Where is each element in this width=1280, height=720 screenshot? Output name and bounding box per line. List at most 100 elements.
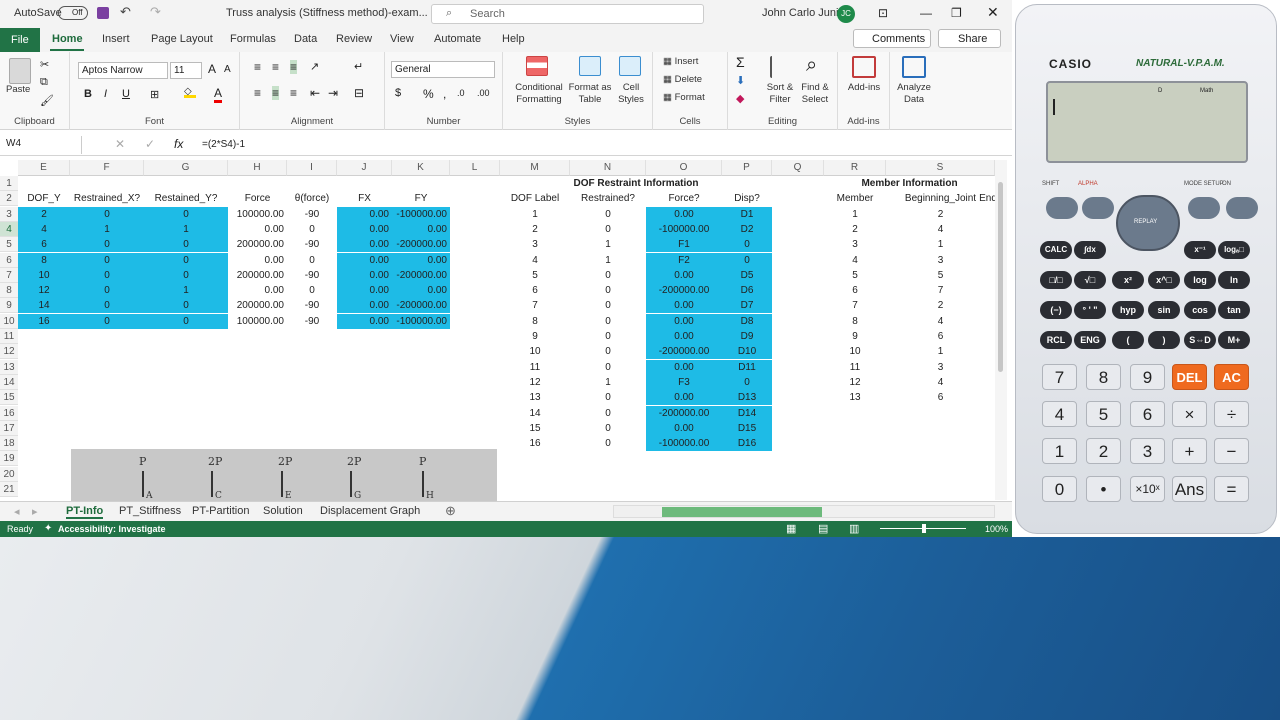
table-cell[interactable]: 6	[18, 237, 70, 253]
format-cells-button[interactable]: ▦ Format	[663, 92, 705, 104]
fill-color-icon[interactable]: ◇	[184, 86, 196, 98]
row-header[interactable]: 13	[0, 359, 18, 375]
conditional-formatting-icon[interactable]	[526, 56, 548, 76]
truss-image[interactable]: P A 2P C 2P E 2P G P H	[71, 449, 497, 501]
table-cell[interactable]: 0	[570, 390, 646, 405]
calc-key[interactable]: ÷	[1214, 401, 1249, 427]
calc-key[interactable]: RCL	[1040, 331, 1072, 349]
table-cell[interactable]: 7	[500, 298, 570, 313]
table-cell[interactable]: 200000.00	[228, 298, 287, 313]
align-right-icon[interactable]: ≡	[290, 86, 297, 100]
calc-key[interactable]: Ans	[1172, 476, 1207, 502]
column-title[interactable]: DOF Label	[500, 191, 570, 206]
table-cell[interactable]: 0.00	[646, 359, 722, 375]
row-header[interactable]: 3	[0, 206, 18, 222]
table-cell[interactable]: D1	[722, 206, 772, 222]
tab-view[interactable]: View	[390, 33, 414, 45]
table-cell[interactable]: 0.00	[392, 221, 450, 237]
table-cell[interactable]: 0.00	[228, 253, 287, 268]
table-cell[interactable]: -200000.00	[646, 405, 722, 421]
calc-key[interactable]: =	[1214, 476, 1249, 502]
table-cell[interactable]: 0	[70, 283, 144, 299]
fill-icon[interactable]: ⬇	[736, 74, 745, 87]
decrease-indent-icon[interactable]: ⇤	[310, 86, 320, 100]
page-layout-view-icon[interactable]: ▤	[818, 522, 828, 535]
calc-key[interactable]: DEL	[1172, 364, 1207, 390]
table-cell[interactable]: 6	[500, 283, 570, 298]
table-cell[interactable]: 7	[824, 298, 886, 313]
table-cell[interactable]: 0	[144, 267, 228, 283]
cut-icon[interactable]: ✂	[40, 58, 49, 71]
table-cell[interactable]: 10	[18, 267, 70, 283]
table-cell[interactable]: 0.00	[646, 206, 722, 222]
calc-key[interactable]: hyp	[1112, 301, 1144, 319]
share-button[interactable]: Share	[938, 29, 1001, 48]
table-cell[interactable]: 0.00	[337, 237, 392, 253]
row-header[interactable]: 2	[0, 191, 18, 207]
autosum-icon[interactable]: Σ	[736, 54, 745, 70]
calc-key[interactable]: 5	[1086, 401, 1121, 427]
table-cell[interactable]: -200000.00	[392, 298, 450, 314]
table-cell[interactable]: -90	[287, 314, 337, 329]
copy-icon[interactable]: ⧉	[40, 76, 48, 89]
table-cell[interactable]: -90	[287, 207, 337, 222]
table-cell[interactable]: 16	[18, 313, 70, 329]
row-header[interactable]: 9	[0, 298, 18, 314]
table-cell[interactable]: 0.00	[337, 283, 392, 299]
sheet-tab-solution[interactable]: Solution	[263, 505, 303, 517]
calc-key[interactable]: □/□	[1040, 271, 1072, 289]
table-cell[interactable]: 0	[722, 252, 772, 268]
calc-key[interactable]: x²	[1112, 271, 1144, 289]
horizontal-scrollbar[interactable]	[613, 505, 995, 518]
column-header[interactable]: O	[646, 160, 722, 176]
column-title[interactable]: θ(force)	[287, 191, 337, 206]
row-header[interactable]: 11	[0, 329, 18, 344]
table-cell[interactable]: 0	[570, 314, 646, 329]
table-cell[interactable]: 6	[886, 390, 995, 405]
column-header[interactable]: H	[228, 160, 287, 176]
table-cell[interactable]: 0.00	[337, 221, 392, 237]
table-cell[interactable]: 2	[824, 222, 886, 237]
table-cell[interactable]: 0	[570, 298, 646, 313]
column-title[interactable]: FY	[392, 191, 450, 206]
table-cell[interactable]: D6	[722, 283, 772, 299]
document-title[interactable]: Truss analysis (Stiffness method)-exam..…	[226, 7, 428, 19]
calc-key[interactable]: )	[1148, 331, 1180, 349]
table-cell[interactable]: 10	[500, 344, 570, 359]
table-cell[interactable]: 0	[70, 206, 144, 222]
table-cell[interactable]: 0	[570, 222, 646, 237]
accounting-icon[interactable]: $	[395, 87, 401, 99]
table-cell[interactable]: 0.00	[228, 222, 287, 237]
sheet-tab-pt-info[interactable]: PT-Info	[66, 505, 104, 519]
increase-indent-icon[interactable]: ⇥	[328, 86, 338, 100]
vertical-scroll-thumb[interactable]	[998, 182, 1003, 372]
table-cell[interactable]: 0.00	[337, 267, 392, 283]
calc-key[interactable]: ° ' "	[1074, 301, 1106, 319]
borders-icon[interactable]: ⊞	[150, 88, 159, 101]
table-cell[interactable]: D16	[722, 436, 772, 452]
table-cell[interactable]: 0	[70, 298, 144, 314]
column-header[interactable]: E	[18, 160, 70, 176]
normal-view-icon[interactable]: ▦	[786, 522, 796, 535]
align-middle-icon[interactable]: ≡	[272, 60, 279, 74]
table-cell[interactable]: D11	[722, 359, 772, 375]
table-cell[interactable]: D2	[722, 221, 772, 237]
avatar[interactable]: JC	[837, 5, 855, 23]
table-cell[interactable]: 0.00	[337, 298, 392, 314]
table-cell[interactable]: 13	[824, 390, 886, 405]
table-cell[interactable]: 0	[70, 267, 144, 283]
table-cell[interactable]: -200000.00	[646, 344, 722, 360]
table-cell[interactable]: D15	[722, 420, 772, 436]
table-cell[interactable]: 1	[886, 237, 995, 252]
row-header[interactable]: 7	[0, 267, 18, 283]
sheet-tab-pt-stiffness[interactable]: PT_Stiffness	[119, 505, 181, 517]
table-cell[interactable]: D13	[722, 390, 772, 406]
table-cell[interactable]: 1	[824, 207, 886, 222]
calc-key[interactable]: 8	[1086, 364, 1121, 390]
column-header[interactable]: K	[392, 160, 450, 176]
member-table-title[interactable]: Member Information	[824, 176, 995, 191]
calc-key[interactable]: log	[1184, 271, 1216, 289]
table-cell[interactable]: 0	[287, 253, 337, 268]
table-cell[interactable]: 0.00	[392, 283, 450, 299]
calc-key[interactable]: (	[1112, 331, 1144, 349]
